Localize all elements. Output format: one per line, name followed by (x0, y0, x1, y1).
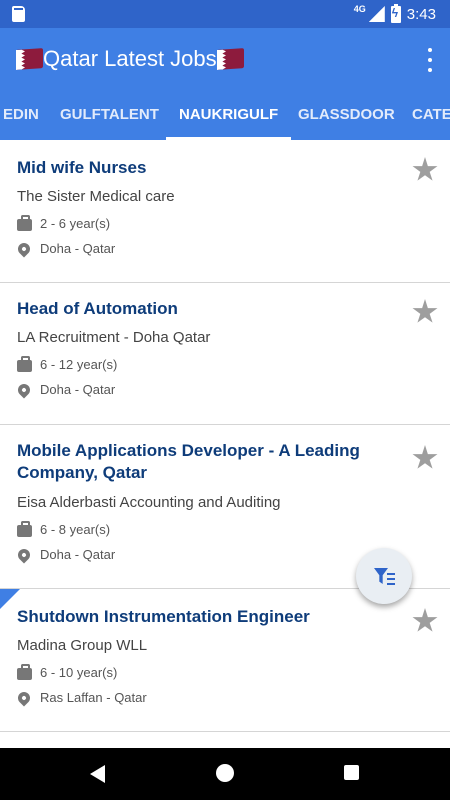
location-pin-icon (15, 689, 33, 706)
job-card[interactable] (0, 732, 450, 748)
briefcase-icon (17, 521, 32, 537)
filter-button[interactable] (356, 548, 412, 604)
source-tabs: EDIN GULFTALENT NAUKRIGULF GLASSDOOR CAT… (0, 92, 450, 140)
star-icon[interactable] (412, 445, 438, 469)
recents-icon[interactable] (344, 765, 359, 780)
back-icon[interactable] (90, 765, 105, 783)
briefcase-icon (17, 664, 32, 680)
job-card[interactable]: Head of Automation LA Recruitment - Doha… (0, 283, 450, 425)
home-icon[interactable] (216, 764, 234, 782)
job-location: Doha - Qatar (15, 381, 115, 398)
star-icon[interactable] (412, 608, 438, 632)
star-icon[interactable] (412, 157, 438, 181)
job-card[interactable]: Shutdown Instrumentation Engineer Madina… (0, 589, 450, 732)
app-title: Qatar Latest Jobs (16, 46, 244, 72)
job-company: Madina Group WLL (17, 637, 148, 654)
job-company: The Sister Medical care (17, 188, 175, 205)
job-experience: 6 - 10 year(s) (17, 664, 117, 680)
job-company: LA Recruitment - Doha Qatar (17, 329, 211, 346)
location-pin-icon (15, 240, 33, 257)
qatar-flag-icon (16, 48, 43, 70)
job-card[interactable]: Mid wife Nurses The Sister Medical care … (0, 140, 450, 283)
app-title-text: Qatar Latest Jobs (43, 46, 217, 71)
tab-category[interactable]: CATE (412, 92, 450, 140)
job-title: Head of Automation (17, 299, 178, 318)
job-location: Ras Laffan - Qatar (15, 689, 147, 706)
job-location: Doha - Qatar (15, 546, 115, 563)
tab-glassdoor[interactable]: GLASSDOOR (298, 92, 395, 140)
tab-gulftalent[interactable]: GULFTALENT (60, 92, 159, 140)
filter-icon (374, 568, 388, 584)
location-pin-icon (15, 381, 33, 398)
job-title: Mobile Applications Developer - A Leadin… (17, 441, 360, 482)
job-experience: 6 - 12 year(s) (17, 356, 117, 372)
battery-charging-icon (390, 3, 401, 23)
system-nav-bar (0, 748, 450, 800)
job-company: Eisa Alderbasti Accounting and Auditing (17, 494, 281, 511)
sd-card-icon (12, 6, 25, 22)
briefcase-icon (17, 356, 32, 372)
briefcase-icon (17, 215, 32, 231)
signal-icon (368, 6, 385, 22)
app-bar: Qatar Latest Jobs (0, 28, 450, 92)
star-icon[interactable] (412, 299, 438, 323)
network-type: 4G (353, 4, 366, 14)
more-vert-icon[interactable] (426, 48, 434, 72)
qatar-flag-icon (216, 48, 244, 70)
job-title: Shutdown Instrumentation Engineer (17, 607, 310, 626)
clock: 3:43 (406, 5, 436, 23)
job-experience: 6 - 8 year(s) (17, 521, 110, 537)
location-pin-icon (15, 546, 33, 563)
job-location: Doha - Qatar (15, 240, 115, 257)
tab-linkedin[interactable]: EDIN (3, 92, 39, 140)
job-experience: 2 - 6 year(s) (17, 215, 110, 231)
status-bar: 4G 3:43 (0, 0, 450, 28)
job-title: Mid wife Nurses (17, 158, 147, 177)
job-list: Mid wife Nurses The Sister Medical care … (0, 140, 450, 748)
tab-naukrigulf[interactable]: NAUKRIGULF (166, 92, 292, 140)
